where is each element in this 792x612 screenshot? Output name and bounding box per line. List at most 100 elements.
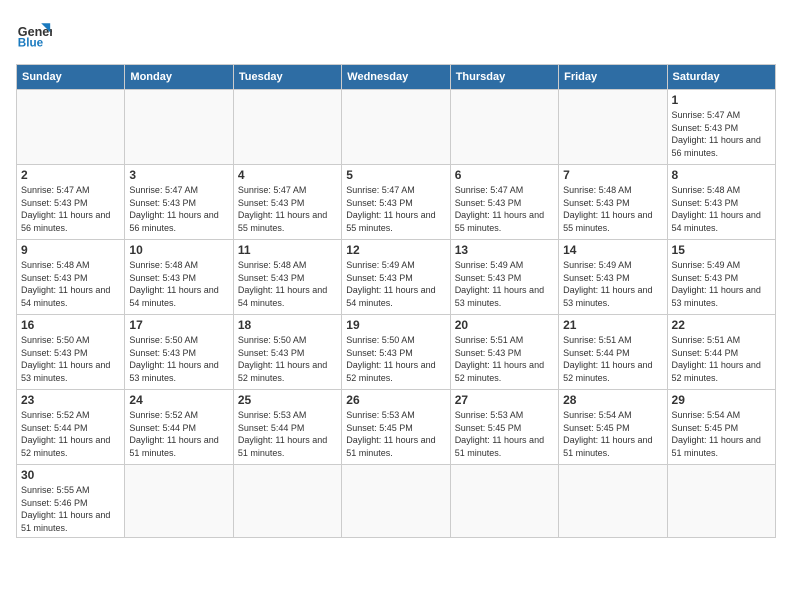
logo-icon: General Blue bbox=[16, 16, 52, 52]
day-number: 13 bbox=[455, 243, 554, 257]
day-info: Sunrise: 5:47 AM Sunset: 5:43 PM Dayligh… bbox=[346, 184, 445, 234]
day-info: Sunrise: 5:51 AM Sunset: 5:44 PM Dayligh… bbox=[672, 334, 771, 384]
calendar-cell: 10 Sunrise: 5:48 AM Sunset: 5:43 PM Dayli… bbox=[125, 240, 233, 315]
day-number: 26 bbox=[346, 393, 445, 407]
day-number: 17 bbox=[129, 318, 228, 332]
day-number: 3 bbox=[129, 168, 228, 182]
day-number: 24 bbox=[129, 393, 228, 407]
calendar-row: 16 Sunrise: 5:50 AM Sunset: 5:43 PM Dayli… bbox=[17, 315, 776, 390]
weekday-header-cell: Sunday bbox=[17, 65, 125, 90]
day-number: 7 bbox=[563, 168, 662, 182]
calendar-cell: 17 Sunrise: 5:50 AM Sunset: 5:43 PM Dayli… bbox=[125, 315, 233, 390]
calendar-cell: 15 Sunrise: 5:49 AM Sunset: 5:43 PM Dayli… bbox=[667, 240, 775, 315]
calendar-row: 23 Sunrise: 5:52 AM Sunset: 5:44 PM Dayli… bbox=[17, 390, 776, 465]
calendar-cell: 21Sunrise: 5:51 AM Sunset: 5:44 PM Dayli… bbox=[559, 315, 667, 390]
calendar-cell: 19 Sunrise: 5:50 AM Sunset: 5:43 PM Dayli… bbox=[342, 315, 450, 390]
calendar-cell: 3 Sunrise: 5:47 AM Sunset: 5:43 PM Daylig… bbox=[125, 165, 233, 240]
day-number: 16 bbox=[21, 318, 120, 332]
weekday-header-cell: Wednesday bbox=[342, 65, 450, 90]
day-info: Sunrise: 5:47 AM Sunset: 5:43 PM Dayligh… bbox=[21, 184, 120, 234]
calendar-cell: 12 Sunrise: 5:49 AM Sunset: 5:43 PM Dayli… bbox=[342, 240, 450, 315]
calendar-cell: 7Sunrise: 5:48 AM Sunset: 5:43 PM Daylig… bbox=[559, 165, 667, 240]
day-info: Sunrise: 5:53 AM Sunset: 5:44 PM Dayligh… bbox=[238, 409, 337, 459]
day-number: 14 bbox=[563, 243, 662, 257]
weekday-header-row: SundayMondayTuesdayWednesdayThursdayFrid… bbox=[17, 65, 776, 90]
day-info: Sunrise: 5:48 AM Sunset: 5:43 PM Dayligh… bbox=[21, 259, 120, 309]
day-number: 1 bbox=[672, 93, 771, 107]
weekday-header-cell: Friday bbox=[559, 65, 667, 90]
calendar-cell bbox=[559, 465, 667, 538]
day-info: Sunrise: 5:47 AM Sunset: 5:43 PM Dayligh… bbox=[672, 109, 771, 159]
calendar-row: 9 Sunrise: 5:48 AM Sunset: 5:43 PM Daylig… bbox=[17, 240, 776, 315]
day-info: Sunrise: 5:50 AM Sunset: 5:43 PM Dayligh… bbox=[346, 334, 445, 384]
day-number: 8 bbox=[672, 168, 771, 182]
day-info: Sunrise: 5:49 AM Sunset: 5:43 PM Dayligh… bbox=[672, 259, 771, 309]
weekday-header-cell: Monday bbox=[125, 65, 233, 90]
day-info: Sunrise: 5:50 AM Sunset: 5:43 PM Dayligh… bbox=[21, 334, 120, 384]
calendar-cell: 23 Sunrise: 5:52 AM Sunset: 5:44 PM Dayli… bbox=[17, 390, 125, 465]
calendar-cell bbox=[559, 90, 667, 165]
day-info: Sunrise: 5:48 AM Sunset: 5:43 PM Dayligh… bbox=[238, 259, 337, 309]
calendar-cell: 28 Sunrise: 5:54 AM Sunset: 5:45 PM Dayli… bbox=[559, 390, 667, 465]
day-info: Sunrise: 5:52 AM Sunset: 5:44 PM Dayligh… bbox=[129, 409, 228, 459]
day-info: Sunrise: 5:48 AM Sunset: 5:43 PM Dayligh… bbox=[672, 184, 771, 234]
calendar-cell: 18 Sunrise: 5:50 AM Sunset: 5:43 PM Dayli… bbox=[233, 315, 341, 390]
day-number: 22 bbox=[672, 318, 771, 332]
day-number: 29 bbox=[672, 393, 771, 407]
weekday-header-cell: Tuesday bbox=[233, 65, 341, 90]
day-number: 18 bbox=[238, 318, 337, 332]
calendar-row: 30Sunrise: 5:55 AM Sunset: 5:46 PM Dayli… bbox=[17, 465, 776, 538]
calendar-cell: 8 Sunrise: 5:48 AM Sunset: 5:43 PM Daylig… bbox=[667, 165, 775, 240]
day-number: 9 bbox=[21, 243, 120, 257]
day-info: Sunrise: 5:47 AM Sunset: 5:43 PM Dayligh… bbox=[129, 184, 228, 234]
day-number: 15 bbox=[672, 243, 771, 257]
calendar-cell: 2 Sunrise: 5:47 AM Sunset: 5:43 PM Daylig… bbox=[17, 165, 125, 240]
calendar-cell: 4 Sunrise: 5:47 AM Sunset: 5:43 PM Daylig… bbox=[233, 165, 341, 240]
day-number: 4 bbox=[238, 168, 337, 182]
day-info: Sunrise: 5:51 AM Sunset: 5:43 PM Dayligh… bbox=[455, 334, 554, 384]
day-info: Sunrise: 5:55 AM Sunset: 5:46 PM Dayligh… bbox=[21, 484, 120, 534]
day-number: 19 bbox=[346, 318, 445, 332]
day-info: Sunrise: 5:53 AM Sunset: 5:45 PM Dayligh… bbox=[346, 409, 445, 459]
day-number: 12 bbox=[346, 243, 445, 257]
calendar-cell: 11Sunrise: 5:48 AM Sunset: 5:43 PM Dayli… bbox=[233, 240, 341, 315]
calendar-cell: 14 Sunrise: 5:49 AM Sunset: 5:43 PM Dayli… bbox=[559, 240, 667, 315]
calendar-cell: 30Sunrise: 5:55 AM Sunset: 5:46 PM Dayli… bbox=[17, 465, 125, 538]
day-number: 25 bbox=[238, 393, 337, 407]
weekday-header-cell: Thursday bbox=[450, 65, 558, 90]
calendar-cell bbox=[125, 90, 233, 165]
calendar-cell bbox=[125, 465, 233, 538]
day-info: Sunrise: 5:49 AM Sunset: 5:43 PM Dayligh… bbox=[563, 259, 662, 309]
calendar-cell bbox=[450, 90, 558, 165]
day-info: Sunrise: 5:48 AM Sunset: 5:43 PM Dayligh… bbox=[129, 259, 228, 309]
day-number: 10 bbox=[129, 243, 228, 257]
day-number: 28 bbox=[563, 393, 662, 407]
day-info: Sunrise: 5:54 AM Sunset: 5:45 PM Dayligh… bbox=[672, 409, 771, 459]
calendar-cell: 13Sunrise: 5:49 AM Sunset: 5:43 PM Dayli… bbox=[450, 240, 558, 315]
calendar-cell: 22 Sunrise: 5:51 AM Sunset: 5:44 PM Dayli… bbox=[667, 315, 775, 390]
calendar-cell: 16 Sunrise: 5:50 AM Sunset: 5:43 PM Dayli… bbox=[17, 315, 125, 390]
calendar-cell bbox=[450, 465, 558, 538]
calendar-cell bbox=[233, 465, 341, 538]
day-number: 6 bbox=[455, 168, 554, 182]
day-info: Sunrise: 5:50 AM Sunset: 5:43 PM Dayligh… bbox=[238, 334, 337, 384]
day-info: Sunrise: 5:50 AM Sunset: 5:43 PM Dayligh… bbox=[129, 334, 228, 384]
calendar-cell: 6Sunrise: 5:47 AM Sunset: 5:43 PM Daylig… bbox=[450, 165, 558, 240]
day-number: 23 bbox=[21, 393, 120, 407]
calendar-row: 1 Sunrise: 5:47 AM Sunset: 5:43 PM Daylig… bbox=[17, 90, 776, 165]
day-info: Sunrise: 5:47 AM Sunset: 5:43 PM Dayligh… bbox=[238, 184, 337, 234]
day-info: Sunrise: 5:54 AM Sunset: 5:45 PM Dayligh… bbox=[563, 409, 662, 459]
logo: General Blue bbox=[16, 16, 52, 52]
calendar-row: 2 Sunrise: 5:47 AM Sunset: 5:43 PM Daylig… bbox=[17, 165, 776, 240]
calendar-body: 1 Sunrise: 5:47 AM Sunset: 5:43 PM Daylig… bbox=[17, 90, 776, 538]
day-number: 2 bbox=[21, 168, 120, 182]
calendar-cell: 1 Sunrise: 5:47 AM Sunset: 5:43 PM Daylig… bbox=[667, 90, 775, 165]
page-header: General Blue bbox=[16, 16, 776, 52]
calendar-cell bbox=[233, 90, 341, 165]
calendar-cell bbox=[342, 90, 450, 165]
calendar-cell: 25 Sunrise: 5:53 AM Sunset: 5:44 PM Dayli… bbox=[233, 390, 341, 465]
calendar-cell bbox=[342, 465, 450, 538]
calendar-cell: 24 Sunrise: 5:52 AM Sunset: 5:44 PM Dayli… bbox=[125, 390, 233, 465]
day-info: Sunrise: 5:52 AM Sunset: 5:44 PM Dayligh… bbox=[21, 409, 120, 459]
day-info: Sunrise: 5:49 AM Sunset: 5:43 PM Dayligh… bbox=[346, 259, 445, 309]
